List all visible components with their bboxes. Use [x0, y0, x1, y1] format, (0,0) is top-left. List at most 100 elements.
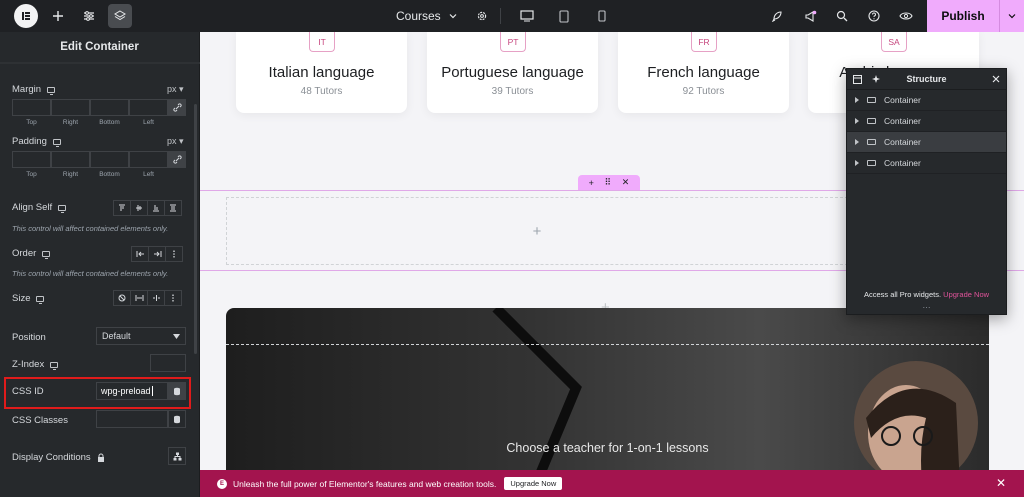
desktop-view-button[interactable] [511, 0, 543, 32]
page-settings-button[interactable] [466, 0, 498, 32]
z-index-input[interactable] [150, 354, 186, 372]
sitemap-icon [173, 452, 181, 460]
css-id-dynamic-tags-button[interactable] [168, 382, 186, 400]
margin-label: Margin [12, 84, 42, 95]
container-icon [867, 97, 876, 103]
sparkle-icon[interactable] [872, 74, 882, 84]
structure-item[interactable]: Container [847, 111, 1006, 132]
align-bottom-icon [153, 205, 159, 212]
help-button[interactable] [858, 0, 890, 32]
align-stretch-button[interactable] [164, 200, 182, 216]
plus-icon [53, 11, 63, 21]
close-icon[interactable]: ✕ [996, 476, 1006, 490]
margin-right-input[interactable] [51, 99, 90, 116]
structure-item[interactable]: Container [847, 153, 1006, 174]
elementor-logo-button[interactable] [14, 4, 38, 28]
side-label-top: Top [26, 171, 37, 178]
add-element-plus-icon[interactable]: + [533, 223, 542, 240]
close-icon[interactable] [992, 75, 1000, 83]
margin-inputs [12, 99, 186, 116]
empty-container[interactable]: + [226, 197, 848, 265]
padding-unit-select[interactable]: px ▾ [167, 136, 184, 147]
launchpad-button[interactable] [761, 0, 793, 32]
hero-image-section[interactable]: Choose a teacher for 1-on-1 lessons [226, 308, 989, 497]
padding-bottom-input[interactable] [90, 151, 129, 168]
size-shrink-button[interactable] [147, 290, 165, 306]
order-last-button[interactable] [148, 246, 166, 262]
structure-title: Structure [906, 74, 947, 84]
top-bar: Courses Publish [0, 0, 1024, 32]
desktop-icon[interactable] [58, 204, 67, 213]
css-id-input[interactable]: wpg-preload [96, 382, 168, 400]
panel-layout-icon[interactable] [853, 74, 862, 84]
desktop-icon[interactable] [42, 250, 51, 259]
expand-arrow-icon[interactable] [855, 118, 859, 124]
padding-top-input[interactable] [12, 151, 51, 168]
desktop-icon[interactable] [52, 138, 61, 147]
language-card[interactable]: FR French language 92 Tutors [618, 32, 789, 113]
preview-button[interactable] [890, 0, 922, 32]
add-container-icon[interactable]: + [589, 178, 594, 188]
expand-arrow-icon[interactable] [855, 139, 859, 145]
order-end-icon [153, 251, 161, 257]
margin-unit-select[interactable]: px ▾ [167, 84, 184, 95]
tutor-count: 92 Tutors [682, 86, 725, 97]
mobile-icon [598, 10, 606, 22]
drag-handle-icon[interactable]: ⠿ [605, 177, 612, 188]
padding-left-input[interactable] [129, 151, 168, 168]
upgrade-now-button[interactable]: Upgrade Now [504, 477, 563, 490]
margin-bottom-input[interactable] [90, 99, 129, 116]
structure-item[interactable]: Container [847, 90, 1006, 111]
display-conditions-button[interactable] [168, 447, 186, 465]
add-element-button[interactable] [42, 0, 74, 32]
promo-bar: E Unleash the full power of Elementor's … [200, 470, 1024, 497]
align-start-button[interactable] [113, 200, 131, 216]
tutor-count: 39 Tutors [491, 86, 534, 97]
size-more-button[interactable] [164, 290, 182, 306]
language-name: Italian language [268, 64, 375, 81]
margin-top-input[interactable] [12, 99, 51, 116]
structure-toggle-button[interactable] [108, 4, 132, 28]
expand-arrow-icon[interactable] [855, 97, 859, 103]
resize-grip-icon[interactable]: ··· [847, 304, 1006, 312]
position-value: Default [102, 331, 131, 341]
size-none-button[interactable] [113, 290, 131, 306]
structure-item-label: Container [884, 95, 921, 105]
position-select[interactable]: Default [96, 327, 186, 345]
align-end-button[interactable] [147, 200, 165, 216]
css-classes-input[interactable] [96, 410, 168, 428]
panel-scrollbar[interactable] [194, 104, 197, 354]
language-card[interactable]: PT Portuguese language 39 Tutors [427, 32, 598, 113]
tablet-view-button[interactable] [548, 0, 580, 32]
desktop-icon[interactable] [47, 86, 56, 95]
publish-options-button[interactable] [999, 0, 1024, 32]
page-selector[interactable]: Courses [396, 0, 457, 32]
padding-right-input[interactable] [51, 151, 90, 168]
container-handle[interactable]: + ⠿ ✕ [578, 175, 640, 190]
desktop-icon[interactable] [50, 361, 59, 370]
side-label-bottom: Bottom [99, 171, 120, 178]
delete-container-icon[interactable]: ✕ [622, 177, 630, 188]
site-settings-button[interactable] [73, 0, 105, 32]
css-classes-dynamic-tags-button[interactable] [168, 410, 186, 428]
align-center-button[interactable] [130, 200, 148, 216]
order-buttons [131, 246, 183, 262]
link-values-button[interactable] [168, 99, 186, 116]
margin-left-input[interactable] [129, 99, 168, 116]
link-values-button[interactable] [168, 151, 186, 168]
language-card[interactable]: IT Italian language 48 Tutors [236, 32, 407, 113]
page-name: Courses [396, 9, 441, 23]
finder-button[interactable] [826, 0, 858, 32]
whats-new-button[interactable] [794, 0, 826, 32]
mobile-view-button[interactable] [586, 0, 618, 32]
order-first-button[interactable] [131, 246, 149, 262]
upgrade-now-link[interactable]: Upgrade Now [943, 290, 989, 299]
expand-arrow-icon[interactable] [855, 160, 859, 166]
order-more-button[interactable] [165, 246, 183, 262]
structure-item-selected[interactable]: Container [847, 132, 1006, 153]
margin-unit: px [167, 84, 177, 94]
desktop-icon[interactable] [36, 295, 45, 304]
link-icon [172, 103, 182, 112]
size-grow-button[interactable] [130, 290, 148, 306]
publish-button[interactable]: Publish [927, 9, 999, 23]
